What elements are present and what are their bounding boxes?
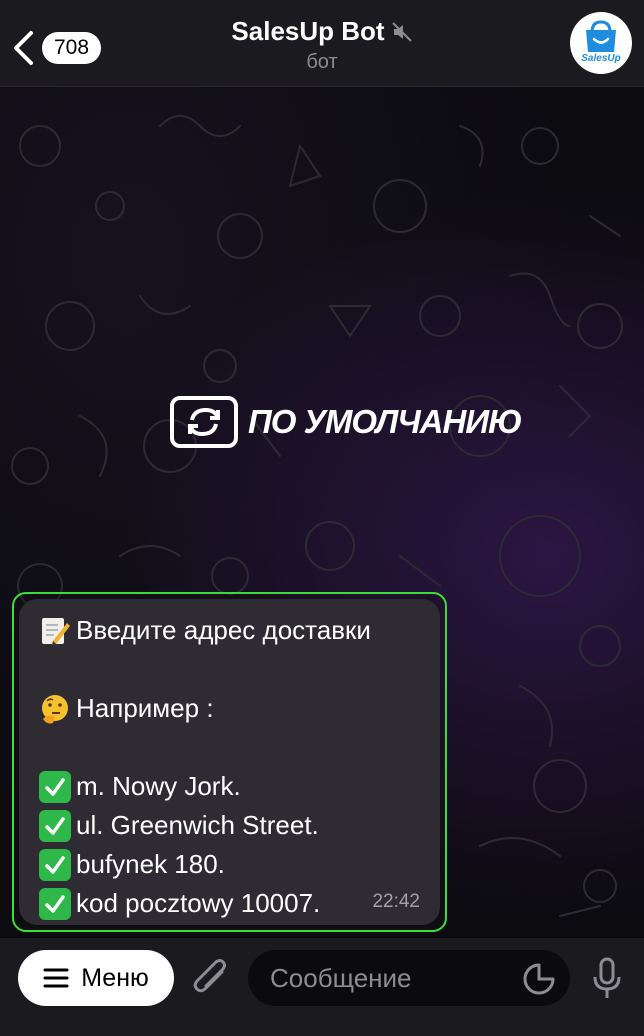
check-mark-icon xyxy=(39,848,71,881)
message-line: ul. Greenwich Street. xyxy=(39,806,424,845)
message-bubble[interactable]: Введите адрес доставки Например : m. Now… xyxy=(19,599,440,925)
message-line: bufynek 180. xyxy=(39,845,424,884)
memo-pencil-icon xyxy=(42,617,70,645)
message-line-text: bufynek 180. xyxy=(76,849,225,879)
chat-header: 708 SalesUp Bot бот SalesUp xyxy=(0,0,644,87)
message-time: 22:42 xyxy=(372,891,420,912)
paperclip-icon[interactable] xyxy=(192,958,232,1000)
muted-speaker-icon xyxy=(391,21,412,42)
menu-button-label: Меню xyxy=(81,963,149,992)
message-line: Например : xyxy=(39,689,424,728)
thinking-face-icon xyxy=(42,694,68,723)
message-line: m. Nowy Jork. xyxy=(39,767,424,806)
chat-title-area[interactable]: SalesUp Bot бот xyxy=(0,16,644,74)
default-watermark: ПО УМОЛЧАНИЮ xyxy=(170,396,522,448)
message-line-text: kod pocztowy 10007. xyxy=(76,888,321,918)
watermark-text: ПО УМОЛЧАНИЮ xyxy=(248,403,522,440)
shopping-bag-logo-icon xyxy=(586,20,616,52)
sticker-icon[interactable] xyxy=(522,962,556,996)
message-highlight-frame: Введите адрес доставки Например : m. Now… xyxy=(12,592,447,932)
chat-subtitle: бот xyxy=(306,51,338,73)
refresh-icon xyxy=(170,396,238,448)
avatar-label: SalesUp xyxy=(581,53,621,64)
check-mark-icon xyxy=(39,770,71,803)
message-line: Введите адрес доставки xyxy=(39,611,424,650)
message-line-text: ul. Greenwich Street. xyxy=(76,810,319,840)
menu-button[interactable]: Меню xyxy=(18,950,174,1006)
bot-avatar[interactable]: SalesUp xyxy=(570,12,632,74)
message-line-text: Введите адрес доставки xyxy=(76,615,371,645)
check-mark-icon xyxy=(39,887,71,920)
hamburger-menu-icon xyxy=(43,968,69,988)
message-line-text: m. Nowy Jork. xyxy=(76,771,241,801)
check-mark-icon xyxy=(39,809,71,842)
microphone-icon[interactable] xyxy=(590,956,624,1002)
message-line-text: Например : xyxy=(76,693,214,723)
composer-bar: Меню xyxy=(0,938,644,1036)
message-line: kod pocztowy 10007. xyxy=(39,884,424,923)
chat-title: SalesUp Bot xyxy=(231,16,385,46)
